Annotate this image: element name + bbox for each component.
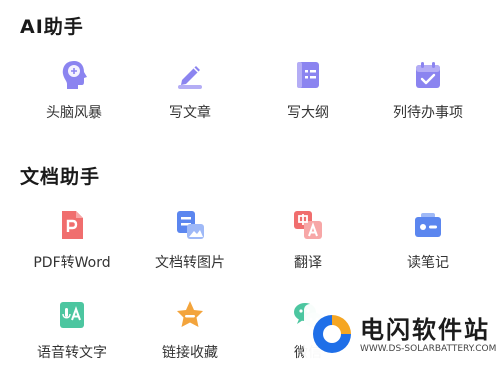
watermark-name: 电闪软件站 bbox=[360, 316, 490, 344]
speech-to-text-icon bbox=[55, 298, 89, 332]
grid-item-label: 翻译 bbox=[294, 255, 322, 271]
brand-logo-icon bbox=[310, 312, 354, 356]
grid-item-doc-to-image[interactable]: 文档转图片 bbox=[130, 208, 250, 272]
star-bookmark-icon bbox=[173, 298, 207, 332]
grid-item-speech-to-text[interactable]: 语音转文字 bbox=[12, 298, 132, 362]
calendar-check-icon bbox=[411, 58, 445, 92]
doc-to-image-icon bbox=[173, 208, 207, 242]
grid-item-label: 读笔记 bbox=[407, 255, 449, 271]
site-watermark: 电闪软件站 WWW.DS-SOLARBATTERY.COM bbox=[304, 304, 497, 366]
grid-item-label: 文档转图片 bbox=[155, 255, 225, 271]
section-title-ai-assistant: AI助手 bbox=[20, 16, 84, 38]
grid-item-label: PDF转Word bbox=[33, 255, 111, 271]
grid-item-brainstorm[interactable]: 头脑风暴 bbox=[14, 58, 134, 122]
watermark-url: WWW.DS-SOLARBATTERY.COM bbox=[360, 344, 497, 354]
grid-item-label: 写文章 bbox=[169, 105, 211, 121]
grid-item-pdf-to-word[interactable]: PDF转Word bbox=[12, 208, 132, 272]
grid-item-link-bookmark[interactable]: 链接收藏 bbox=[130, 298, 250, 362]
outline-book-icon bbox=[291, 58, 325, 92]
grid-item-read-notes[interactable]: 读笔记 bbox=[368, 208, 488, 272]
note-card-icon bbox=[411, 208, 445, 242]
grid-item-label: 列待办事项 bbox=[393, 105, 463, 121]
grid-item-write-article[interactable]: 写文章 bbox=[130, 58, 250, 122]
section-title-doc-assistant: 文档助手 bbox=[20, 166, 101, 188]
grid-item-label: 头脑风暴 bbox=[46, 105, 102, 121]
grid-item-translate[interactable]: 翻译 bbox=[248, 208, 368, 272]
grid-item-label: 语音转文字 bbox=[37, 345, 107, 361]
pdf-file-icon bbox=[55, 208, 89, 242]
translate-icon bbox=[291, 208, 325, 242]
grid-item-write-outline[interactable]: 写大纲 bbox=[248, 58, 368, 122]
pencil-icon bbox=[173, 58, 207, 92]
grid-item-todo-list[interactable]: 列待办事项 bbox=[368, 58, 488, 122]
grid-item-label: 链接收藏 bbox=[162, 345, 218, 361]
brain-head-icon bbox=[57, 58, 91, 92]
grid-item-label: 写大纲 bbox=[287, 105, 329, 121]
